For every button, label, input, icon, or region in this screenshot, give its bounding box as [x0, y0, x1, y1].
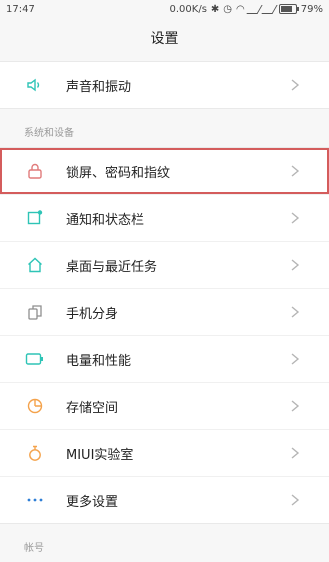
- settings-item-label: 手机分身: [66, 306, 119, 322]
- lock-icon: [24, 160, 46, 182]
- chevron-right-icon: [289, 258, 303, 272]
- battery-status-icon: [278, 4, 299, 14]
- chevron-right-icon: [289, 352, 303, 366]
- more-icon: [24, 489, 46, 511]
- home-icon: [24, 254, 46, 276]
- settings-item-label: 更多设置: [66, 494, 119, 510]
- signal-icon-2: [261, 4, 278, 14]
- settings-item-second-space[interactable]: 手机分身: [0, 288, 329, 335]
- chevron-right-icon: [289, 164, 303, 178]
- clone-icon: [24, 301, 46, 323]
- settings-item-sound-vibration[interactable]: 声音和振动: [0, 62, 329, 108]
- chevron-right-icon: [289, 446, 303, 460]
- section-title: 帐号: [24, 543, 44, 554]
- storage-icon: [24, 395, 46, 417]
- chevron-right-icon: [289, 211, 303, 225]
- notification-icon: [24, 207, 46, 229]
- chevron-right-icon: [289, 78, 303, 92]
- settings-item-label: 电量和性能: [66, 353, 132, 369]
- speaker-icon: [24, 74, 46, 96]
- settings-item-label: 锁屏、密码和指纹: [66, 165, 171, 181]
- settings-item-miui-lab[interactable]: MIUI实验室: [0, 429, 329, 476]
- wifi-icon: ◠: [236, 3, 245, 15]
- section-header-system: 系统和设备: [0, 109, 329, 147]
- settings-item-notification-statusbar[interactable]: 通知和状态栏: [0, 194, 329, 241]
- alarm-icon: ◷: [223, 3, 233, 15]
- settings-item-lock-password-fingerprint[interactable]: 锁屏、密码和指纹: [0, 148, 329, 194]
- chevron-right-icon: [289, 493, 303, 507]
- battery-percent: 79%: [300, 3, 323, 15]
- section-title: 系统和设备: [24, 128, 74, 139]
- settings-item-label: 通知和状态栏: [66, 212, 145, 228]
- bluetooth-icon: ✱: [210, 3, 220, 15]
- page-title-bar: 设置: [0, 18, 329, 58]
- signal-icon: [246, 4, 263, 14]
- settings-item-label: 桌面与最近任务: [66, 259, 158, 275]
- settings-item-more-settings[interactable]: 更多设置: [0, 476, 329, 523]
- settings-item-storage[interactable]: 存储空间: [0, 382, 329, 429]
- chevron-right-icon: [289, 399, 303, 413]
- network-speed: 0.00K/s: [169, 3, 207, 15]
- settings-group-system: 锁屏、密码和指纹 通知和状态栏 桌面与最近任务 手机分身 电量和性能 存储空间 …: [0, 147, 329, 524]
- status-time: 17:47: [6, 3, 35, 15]
- settings-item-label: MIUI实验室: [66, 447, 134, 463]
- settings-item-battery-performance[interactable]: 电量和性能: [0, 335, 329, 382]
- settings-item-desktop-recents[interactable]: 桌面与最近任务: [0, 241, 329, 288]
- status-bar: 17:47 0.00K/s ✱ ◷ ◠ 79%: [0, 0, 329, 18]
- lab-icon: [24, 442, 46, 464]
- page-title: 设置: [150, 31, 179, 47]
- section-header-account: 帐号: [0, 524, 329, 562]
- battery-icon: [24, 348, 46, 370]
- settings-group-sound: 声音和振动: [0, 61, 329, 109]
- status-icons: 0.00K/s ✱ ◷ ◠ 79%: [170, 4, 324, 15]
- settings-item-label: 声音和振动: [66, 79, 132, 95]
- settings-item-label: 存储空间: [66, 400, 119, 416]
- chevron-right-icon: [289, 305, 303, 319]
